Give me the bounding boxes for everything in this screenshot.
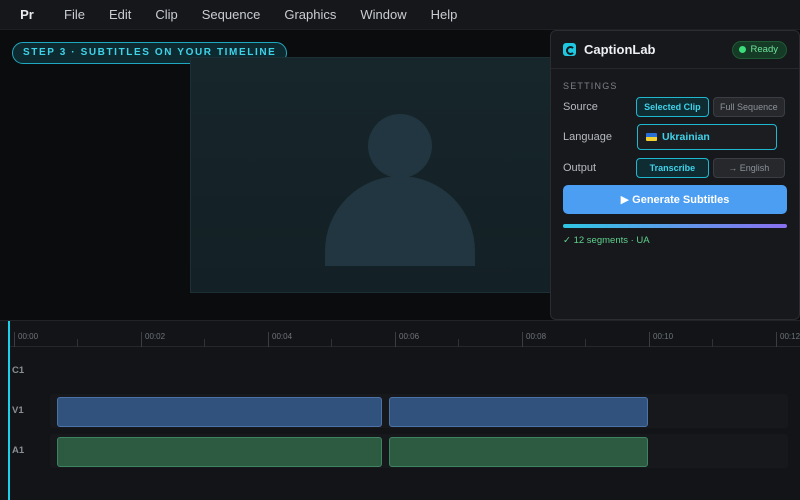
status-dot-icon — [738, 46, 746, 53]
source-full-sequence-button[interactable]: Full Sequence — [712, 97, 786, 117]
menu-bar: Pr File Edit Clip Sequence Graphics Wind… — [0, 0, 800, 30]
timecode-label: 00:02 — [141, 332, 165, 347]
playhead[interactable] — [8, 321, 10, 500]
settings-section-label: SETTINGS — [563, 81, 618, 91]
audio-clip[interactable] — [57, 437, 382, 467]
generation-status-text: ✓ 12 segments · UA — [563, 235, 650, 246]
captionlab-logo-icon — [563, 43, 576, 56]
captionlab-panel: CaptionLab Ready SETTINGS Source Selecte… — [550, 30, 800, 320]
menu-sequence[interactable]: Sequence — [202, 7, 261, 22]
menu-edit[interactable]: Edit — [109, 7, 131, 22]
menu-graphics[interactable]: Graphics — [284, 7, 336, 22]
timecode-label: 00:12 — [776, 332, 800, 347]
track-label: V1 — [12, 405, 24, 416]
ruler-tick — [204, 339, 205, 347]
timecode-label: 00:04 — [268, 332, 292, 347]
language-select[interactable]: Ukrainian — [637, 124, 777, 150]
timecode-label: 00:08 — [522, 332, 546, 347]
progress-bar-fill — [563, 224, 787, 228]
ukraine-flag-icon — [646, 133, 657, 141]
progress-bar — [563, 224, 787, 228]
output-translate-english-button[interactable]: → English — [712, 158, 786, 178]
menu-clip[interactable]: Clip — [155, 7, 177, 22]
menu-help[interactable]: Help — [431, 7, 458, 22]
ruler-tick — [77, 339, 78, 347]
output-transcribe-button[interactable]: Transcribe — [636, 158, 709, 178]
menu-window[interactable]: Window — [360, 7, 406, 22]
video-track-lane[interactable] — [50, 394, 788, 428]
menu-file[interactable]: File — [64, 7, 85, 22]
ruler-tick — [458, 339, 459, 347]
audio-track-lane[interactable] — [50, 434, 788, 468]
video-clip[interactable] — [57, 397, 382, 427]
source-row: Source Selected Clip Full Sequence — [563, 97, 789, 117]
track-v1: V1 — [0, 394, 800, 428]
track-c1: C1 — [0, 354, 800, 388]
track-a1: A1 — [0, 434, 800, 468]
output-row: Output Transcribe → English — [563, 158, 789, 178]
track-label: C1 — [12, 365, 25, 376]
panel-header: CaptionLab Ready — [551, 31, 799, 69]
language-row: Language Ukrainian — [563, 124, 789, 150]
caption-track-lane[interactable] — [50, 354, 788, 388]
audio-clip[interactable] — [389, 437, 648, 467]
language-label: Language — [563, 131, 612, 143]
output-label: Output — [563, 162, 597, 174]
status-badge-label: Ready — [750, 44, 778, 55]
panel-title: CaptionLab — [584, 42, 656, 57]
ruler-tick — [331, 339, 332, 347]
ruler-tick — [712, 339, 713, 347]
status-badge: Ready — [731, 40, 787, 59]
timeline: 00:00 00:02 00:04 00:06 00:08 00:10 00:1… — [0, 320, 800, 500]
video-preview[interactable] — [190, 57, 552, 293]
time-ruler[interactable]: 00:00 00:02 00:04 00:06 00:08 00:10 00:1… — [10, 321, 800, 347]
language-value: Ukrainian — [662, 131, 710, 143]
person-silhouette-head — [368, 114, 432, 178]
source-label: Source — [563, 101, 598, 113]
timecode-label: 00:00 — [14, 332, 38, 347]
track-label: A1 — [12, 445, 25, 456]
person-silhouette-body — [325, 176, 475, 266]
video-clip[interactable] — [389, 397, 648, 427]
generate-subtitles-button[interactable]: ▶ Generate Subtitles — [563, 185, 787, 214]
timecode-label: 00:10 — [649, 332, 673, 347]
timecode-label: 00:06 — [395, 332, 419, 347]
app-logo: Pr — [20, 7, 34, 22]
ruler-tick — [585, 339, 586, 347]
source-selected-clip-button[interactable]: Selected Clip — [636, 97, 709, 117]
